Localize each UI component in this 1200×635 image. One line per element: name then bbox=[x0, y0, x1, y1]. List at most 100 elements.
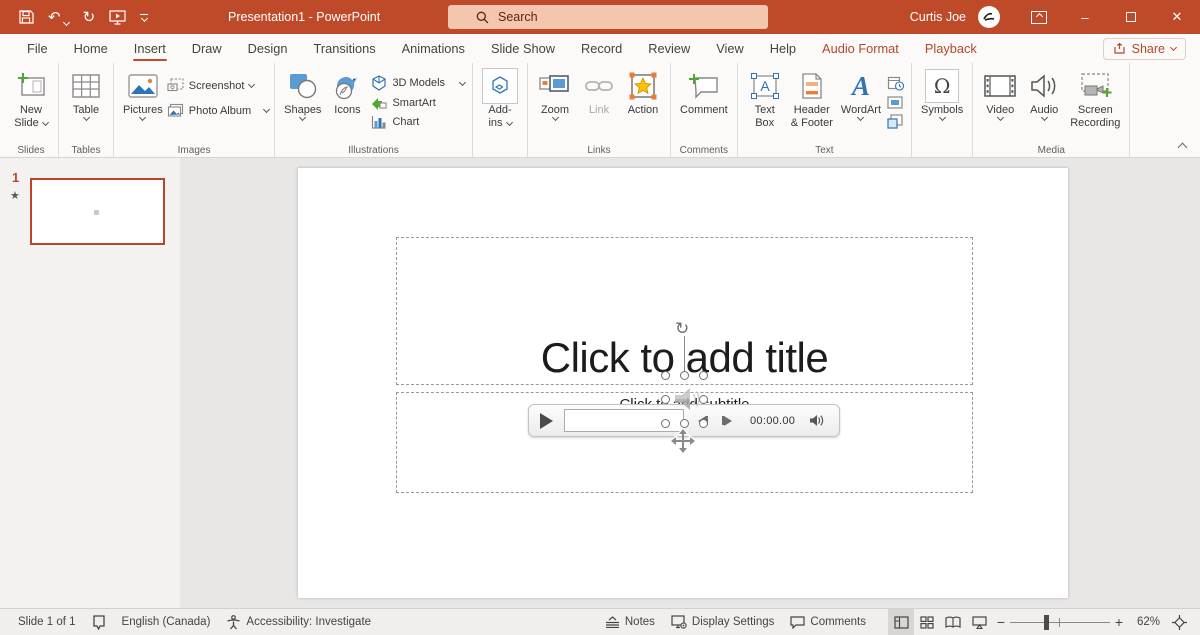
tab-review[interactable]: Review bbox=[635, 34, 703, 63]
notes-toggle[interactable]: Notes bbox=[597, 609, 663, 635]
search-input[interactable]: Search bbox=[448, 5, 768, 29]
tab-design[interactable]: Design bbox=[235, 34, 301, 63]
wordart-icon: A bbox=[851, 70, 870, 101]
slide-canvas[interactable]: Click to add title Click to add subtitle… bbox=[298, 168, 1068, 598]
tab-draw[interactable]: Draw bbox=[179, 34, 235, 63]
zoom-level[interactable]: 62% bbox=[1128, 616, 1166, 628]
selection-handle-e[interactable] bbox=[699, 395, 708, 404]
fit-slide-button[interactable] bbox=[1166, 609, 1192, 635]
move-cursor bbox=[670, 428, 696, 454]
rotation-handle[interactable]: ↻ bbox=[675, 320, 689, 337]
undo-dropdown-icon[interactable] bbox=[62, 18, 70, 26]
tab-record[interactable]: Record bbox=[568, 34, 635, 63]
user-name[interactable]: Curtis Joe bbox=[910, 10, 966, 24]
comments-toggle[interactable]: Comments bbox=[782, 609, 874, 635]
icons-button[interactable]: Icons bbox=[325, 66, 369, 119]
smartart-button[interactable]: SmartArt bbox=[371, 96, 465, 110]
comment-icon bbox=[688, 68, 720, 104]
view-slide-sorter-button[interactable] bbox=[914, 609, 940, 635]
selection-handle-w[interactable] bbox=[661, 395, 670, 404]
spell-check-icon[interactable] bbox=[84, 609, 114, 635]
screen-recording-button[interactable]: Screen Recording bbox=[1066, 66, 1124, 132]
selection-handle-ne[interactable] bbox=[699, 371, 708, 380]
selection-handle-n[interactable] bbox=[680, 371, 689, 380]
collapse-ribbon-icon[interactable] bbox=[1177, 142, 1188, 153]
tab-insert[interactable]: Insert bbox=[121, 34, 179, 63]
new-slide-button[interactable]: New Slide bbox=[9, 66, 53, 132]
table-button[interactable]: Table bbox=[64, 66, 108, 122]
workspace: 1 ★ Click to add title Click to add subt… bbox=[0, 158, 1200, 608]
screen-recording-icon bbox=[1078, 68, 1112, 104]
language-selector[interactable]: English (Canada) bbox=[114, 609, 219, 635]
powerpoint-window: ↶ ↻ Presentation1 - PowerPoint Search Cu… bbox=[0, 0, 1200, 635]
close-button[interactable]: ✕ bbox=[1154, 0, 1200, 34]
start-slideshow-icon[interactable] bbox=[109, 9, 126, 25]
slide-thumbnail-panel: 1 ★ bbox=[0, 158, 180, 608]
user-avatar[interactable] bbox=[978, 6, 1000, 28]
symbols-button[interactable]: Ω Symbols bbox=[917, 66, 967, 122]
shapes-button[interactable]: Shapes bbox=[280, 66, 325, 122]
slide-thumbnail[interactable] bbox=[30, 178, 165, 245]
audio-button[interactable]: Audio bbox=[1022, 66, 1066, 122]
view-slideshow-button[interactable] bbox=[966, 609, 992, 635]
share-button[interactable]: Share bbox=[1102, 37, 1186, 60]
display-settings-button[interactable]: Display Settings bbox=[663, 609, 782, 635]
comments-icon bbox=[790, 615, 805, 629]
volume-icon[interactable] bbox=[809, 414, 824, 427]
maximize-button[interactable] bbox=[1108, 0, 1154, 34]
tab-transitions[interactable]: Transitions bbox=[301, 34, 389, 63]
zoom-slider-knob[interactable] bbox=[1044, 615, 1049, 630]
group-label-text: Text bbox=[815, 145, 834, 156]
3d-models-button[interactable]: 3D Models bbox=[371, 75, 467, 91]
accessibility-status[interactable]: Accessibility: Investigate bbox=[218, 609, 379, 635]
video-button[interactable]: Video bbox=[978, 66, 1022, 122]
object-button[interactable] bbox=[887, 114, 904, 129]
screenshot-button[interactable]: Screenshot bbox=[167, 78, 269, 93]
document-title: Presentation1 - PowerPoint bbox=[228, 10, 381, 24]
add-ins-dropdown-icon bbox=[505, 118, 513, 127]
selection-handle-s[interactable] bbox=[680, 419, 689, 428]
ribbon-display-options-icon[interactable] bbox=[1016, 0, 1062, 34]
tab-file[interactable]: File bbox=[14, 34, 61, 63]
photo-album-button[interactable]: Photo Album bbox=[167, 103, 271, 118]
tab-view[interactable]: View bbox=[703, 34, 757, 63]
date-time-button[interactable] bbox=[887, 75, 905, 91]
tab-slide-show[interactable]: Slide Show bbox=[478, 34, 568, 63]
audio-object-icon[interactable] bbox=[667, 381, 703, 417]
play-button[interactable] bbox=[540, 412, 553, 429]
text-box-button[interactable]: A Text Box bbox=[743, 66, 787, 132]
comment-button[interactable]: Comment bbox=[676, 66, 732, 119]
selection-handle-sw[interactable] bbox=[661, 419, 670, 428]
add-ins-button[interactable]: Add- ins bbox=[478, 66, 522, 132]
shapes-icon bbox=[288, 68, 318, 104]
wordart-button[interactable]: A WordArt bbox=[837, 66, 885, 122]
tab-help[interactable]: Help bbox=[757, 34, 809, 63]
zoom-in-button[interactable]: + bbox=[1110, 614, 1128, 630]
tab-home[interactable]: Home bbox=[61, 34, 121, 63]
pictures-button[interactable]: Pictures bbox=[119, 66, 167, 122]
slide-indicator[interactable]: Slide 1 of 1 bbox=[10, 609, 84, 635]
selection-handle-nw[interactable] bbox=[661, 371, 670, 380]
slide-editor: Click to add title Click to add subtitle… bbox=[180, 158, 1200, 608]
slide-number-button[interactable] bbox=[887, 96, 904, 109]
zoom-button[interactable]: Zoom bbox=[533, 66, 577, 122]
save-icon[interactable] bbox=[18, 9, 34, 25]
tab-audio-format[interactable]: Audio Format bbox=[809, 34, 912, 63]
undo-button[interactable]: ↶ bbox=[48, 10, 70, 26]
zoom-out-button[interactable]: − bbox=[992, 614, 1010, 630]
tab-animations[interactable]: Animations bbox=[389, 34, 478, 63]
chart-button[interactable]: Chart bbox=[371, 115, 465, 129]
action-button[interactable]: Action bbox=[621, 66, 665, 119]
selection-handle-se[interactable] bbox=[699, 419, 708, 428]
view-reading-button[interactable] bbox=[940, 609, 966, 635]
group-label-links: Links bbox=[587, 145, 611, 156]
table-icon bbox=[71, 68, 101, 104]
redo-icon[interactable]: ↻ bbox=[83, 10, 96, 25]
view-normal-button[interactable] bbox=[888, 609, 914, 635]
minimize-button[interactable]: – bbox=[1062, 0, 1108, 34]
zoom-slider[interactable] bbox=[1010, 609, 1110, 635]
step-forward-button[interactable] bbox=[722, 415, 732, 426]
customize-qat-icon[interactable] bbox=[140, 13, 149, 22]
tab-playback[interactable]: Playback bbox=[912, 34, 990, 63]
header-footer-button[interactable]: Header & Footer bbox=[787, 66, 837, 132]
